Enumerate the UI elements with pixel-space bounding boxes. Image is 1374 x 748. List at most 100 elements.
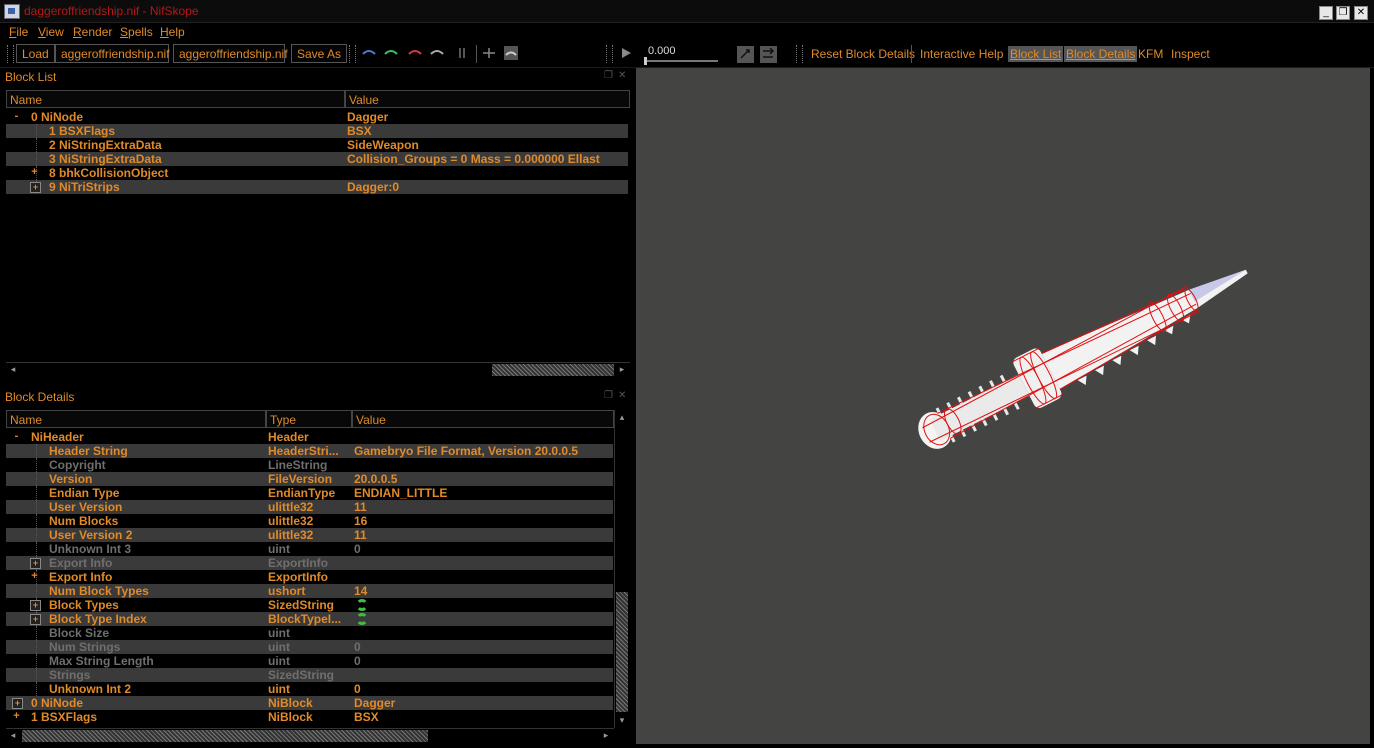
refresh-icon[interactable] [356,599,368,611]
menu-render[interactable]: Render [73,25,112,39]
table-row[interactable]: Endian Type EndianType ENDIAN_LITTLE [6,486,613,500]
load-button[interactable]: Load [16,44,55,63]
expand-icon[interactable]: + [30,614,41,625]
table-row[interactable]: + Block Type Index BlockTypeI... [6,612,613,626]
anim-time-slider[interactable] [644,60,718,62]
table-row[interactable]: Header String HeaderStri... Gamebryo File … [6,444,613,458]
block-list-toggle[interactable]: Block List [1008,46,1064,62]
view-walk-icon[interactable] [455,46,469,60]
scroll-right-icon[interactable]: ▸ [600,729,612,741]
view-user-icon[interactable] [430,46,444,60]
reset-block-details-button[interactable]: Reset Block Details [811,47,915,61]
save-file-field[interactable]: aggeroffriendship.nif [173,44,288,63]
table-row[interactable]: +9 NiTriStrips Dagger:0 [6,180,628,194]
table-row[interactable]: Version FileVersion 20.0.0.5 [6,472,613,486]
table-row[interactable]: 1 BSXFlags BSX [6,124,628,138]
menu-spells[interactable]: Spells [120,25,153,39]
refresh-icon[interactable] [356,613,368,625]
scroll-down-icon[interactable]: ▾ [616,714,628,726]
scroll-left-icon[interactable]: ◂ [7,363,19,375]
table-row[interactable]: Block Size uint [6,626,613,640]
table-row[interactable]: User Version 2 ulittle32 11 [6,528,613,542]
view-front-icon[interactable] [362,46,376,60]
menu-help[interactable]: Help [160,25,185,39]
table-row[interactable]: +1 BSXFlags NiBlock BSX [6,710,613,724]
block-details-hscrollbar[interactable]: ◂ ▸ [6,728,614,743]
maximize-button[interactable]: ❐ [1336,6,1350,20]
table-row[interactable]: Unknown Int 3 uint 0 [6,542,613,556]
perspective-icon[interactable] [504,46,518,60]
scroll-thumb[interactable] [492,364,614,376]
table-row[interactable]: Num Blocks ulittle32 16 [6,514,613,528]
collapse-icon[interactable]: - [12,111,21,122]
field-value: 11 [354,528,367,542]
expand-icon[interactable]: + [30,558,41,569]
collapse-icon[interactable]: - [12,431,21,442]
block-list-tree[interactable]: Name Value -0 NiNode Dagger 1 BSXFlags BSX 2… [6,90,630,376]
table-row[interactable]: User Version ulittle32 11 [6,500,613,514]
column-header-value[interactable]: Value [345,90,630,108]
menu-view[interactable]: View [38,25,64,39]
table-row[interactable]: 2 NiStringExtraData SideWeapon [6,138,628,152]
load-file-field[interactable]: aggeroffriendship.nif [55,44,170,63]
toolbar-grip[interactable] [7,45,14,63]
interactive-help-button[interactable]: Interactive Help [920,47,1003,61]
switch-icon[interactable] [760,46,777,63]
close-button[interactable]: ✕ [1354,6,1368,20]
expand-icon[interactable]: + [30,167,39,178]
expand-icon[interactable]: + [30,571,39,582]
dock-float-icon[interactable]: ❐ [604,391,614,401]
block-details-tree[interactable]: Name Type Value - NiHeader Header Header St… [6,410,630,744]
table-row[interactable]: Num Strings uint 0 [6,640,613,654]
flip-icon[interactable] [482,46,496,60]
scroll-thumb[interactable] [22,730,428,742]
field-type: NiBlock [268,710,313,724]
loop-icon[interactable] [737,46,754,63]
dock-float-icon[interactable]: ❐ [604,71,614,81]
table-row[interactable]: Copyright LineString [6,458,613,472]
toolbar-grip[interactable] [606,45,613,63]
anim-slider-handle[interactable] [644,57,647,65]
table-row[interactable]: + Export Info ExportInfo [6,570,613,584]
play-icon[interactable] [619,46,633,60]
dock-close-icon[interactable]: ✕ [618,391,628,401]
view-side-icon[interactable] [408,46,422,60]
table-row[interactable]: Max String Length uint 0 [6,654,613,668]
kfm-button[interactable]: KFM [1138,47,1163,61]
expand-icon[interactable]: + [30,600,41,611]
table-row[interactable]: - NiHeader Header [6,430,613,444]
table-row[interactable]: + Export Info ExportInfo [6,556,613,570]
render-viewport[interactable] [636,68,1370,744]
table-row[interactable]: Strings SizedString [6,668,613,682]
block-details-vscrollbar[interactable]: ▴ ▾ [614,410,629,728]
table-row[interactable]: 3 NiStringExtraData Collision_Groups = 0 … [6,152,628,166]
table-row[interactable]: + Block Types SizedString [6,598,613,612]
toolbar-grip[interactable] [349,45,356,63]
table-row[interactable]: Num Block Types ushort 14 [6,584,613,598]
expand-icon[interactable]: + [30,182,41,193]
table-row[interactable]: -0 NiNode Dagger [6,110,628,124]
column-header-value[interactable]: Value [352,410,614,428]
column-header-name[interactable]: Name [6,410,266,428]
menu-file[interactable]: File [9,25,28,39]
view-top-icon[interactable] [384,46,398,60]
scroll-right-icon[interactable]: ▸ [616,363,628,375]
block-list-hscrollbar[interactable]: ◂ ▸ [6,362,630,376]
table-row[interactable]: Unknown Int 2 uint 0 [6,682,613,696]
column-header-name[interactable]: Name [6,90,345,108]
dock-close-icon[interactable]: ✕ [618,71,628,81]
scroll-up-icon[interactable]: ▴ [616,411,628,423]
save-as-button[interactable]: Save As [291,44,348,63]
scroll-thumb[interactable] [616,592,628,712]
toolbar-grip[interactable] [796,45,803,63]
inspect-button[interactable]: Inspect [1171,47,1210,61]
column-header-type[interactable]: Type [266,410,352,428]
table-row[interactable]: +8 bhkCollisionObject [6,166,628,180]
tree-branch-line [36,472,37,486]
table-row[interactable]: +0 NiNode NiBlock Dagger [6,696,613,710]
block-details-toggle[interactable]: Block Details [1064,46,1138,62]
minimize-button[interactable]: _ [1319,6,1333,20]
expand-icon[interactable]: + [12,711,21,722]
expand-icon[interactable]: + [12,698,23,709]
scroll-left-icon[interactable]: ◂ [7,729,19,741]
